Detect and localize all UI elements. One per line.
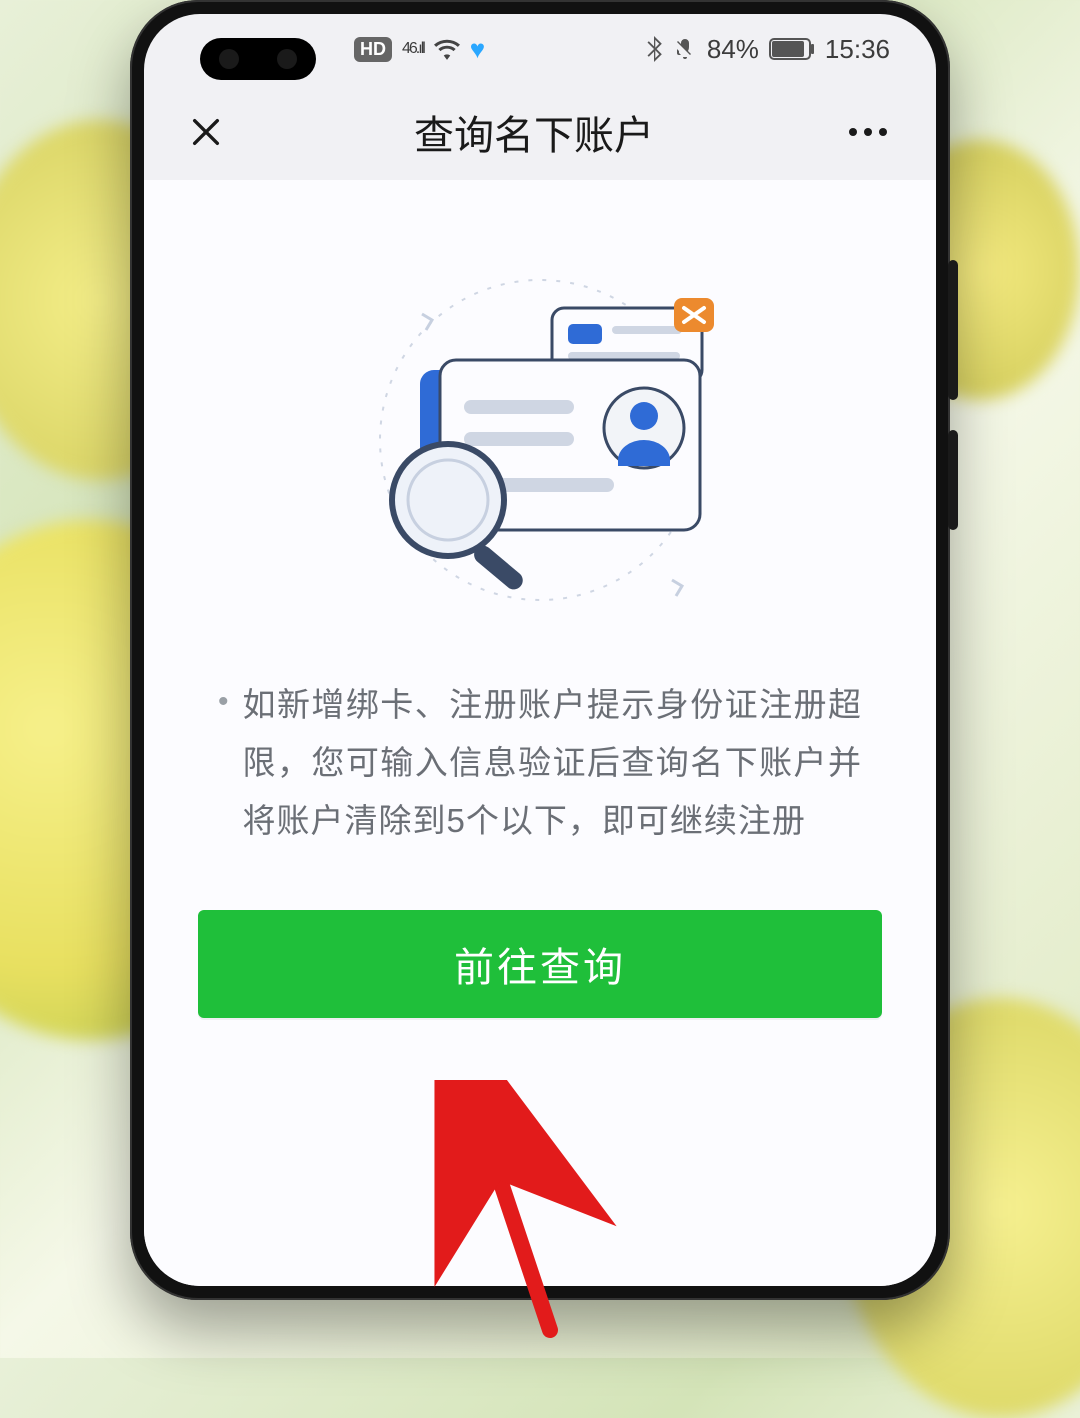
power-button (948, 430, 958, 530)
clock-time: 15:36 (825, 34, 890, 65)
close-icon (189, 115, 223, 149)
battery-icon (769, 38, 815, 60)
volume-button (948, 260, 958, 400)
camera-punch-hole (200, 38, 316, 80)
bullet-item: • 如新增绑卡、注册账户提示身份证注册超限，您可输入信息验证后查询名下账户并将账… (218, 676, 862, 850)
primary-button-label: 前往查询 (454, 935, 626, 993)
close-button[interactable] (184, 110, 228, 154)
id-card-search-illustration (330, 250, 750, 610)
phone-screen: HD 46.ıll ♥ 84% 15:36 (144, 14, 936, 1286)
bluetooth-icon (645, 36, 663, 62)
phone-frame: HD 46.ıll ♥ 84% 15:36 (130, 0, 950, 1300)
more-button[interactable] (840, 128, 896, 136)
bullet-dot-icon: • (218, 676, 229, 850)
go-query-button[interactable]: 前往查询 (198, 910, 882, 1018)
battery-percent: 84% (707, 34, 759, 65)
mute-icon (673, 37, 697, 61)
more-icon (864, 128, 872, 136)
hd-badge: HD (354, 37, 392, 62)
wifi-icon (434, 38, 460, 60)
illustration-container (144, 180, 936, 610)
info-text: 如新增绑卡、注册账户提示身份证注册超限，您可输入信息验证后查询名下账户并将账户清… (243, 676, 862, 850)
navigation-bar: 查询名下账户 (144, 84, 936, 180)
page-title: 查询名下账户 (228, 103, 840, 161)
more-icon (849, 128, 857, 136)
more-icon (879, 128, 887, 136)
heart-icon: ♥ (470, 34, 485, 65)
info-block: • 如新增绑卡、注册账户提示身份证注册超限，您可输入信息验证后查询名下账户并将账… (144, 610, 936, 850)
content-page: • 如新增绑卡、注册账户提示身份证注册超限，您可输入信息验证后查询名下账户并将账… (144, 180, 936, 1286)
network-label: 46.ıll (402, 40, 424, 58)
